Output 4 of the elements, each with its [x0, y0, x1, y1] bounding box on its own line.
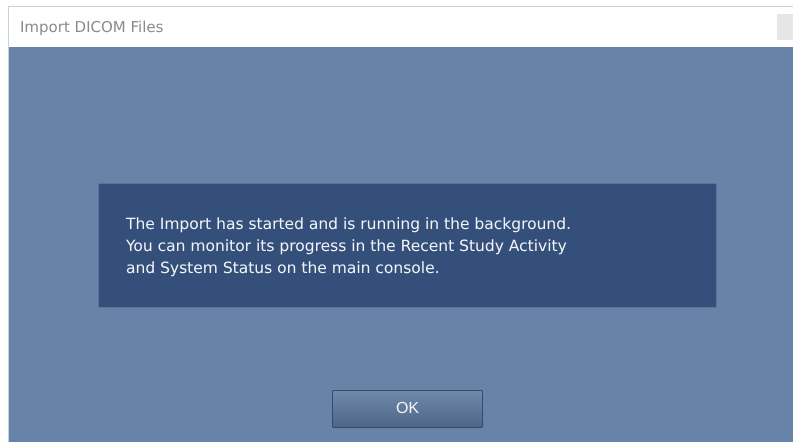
message-text: The Import has started and is running in the background. You can monitor its progress in the Recent Study Activity and System Status on the main console.: [126, 214, 572, 278]
close-button[interactable]: [777, 14, 793, 40]
ok-button[interactable]: OK: [332, 390, 483, 428]
window-title: Import DICOM Files: [20, 18, 164, 36]
